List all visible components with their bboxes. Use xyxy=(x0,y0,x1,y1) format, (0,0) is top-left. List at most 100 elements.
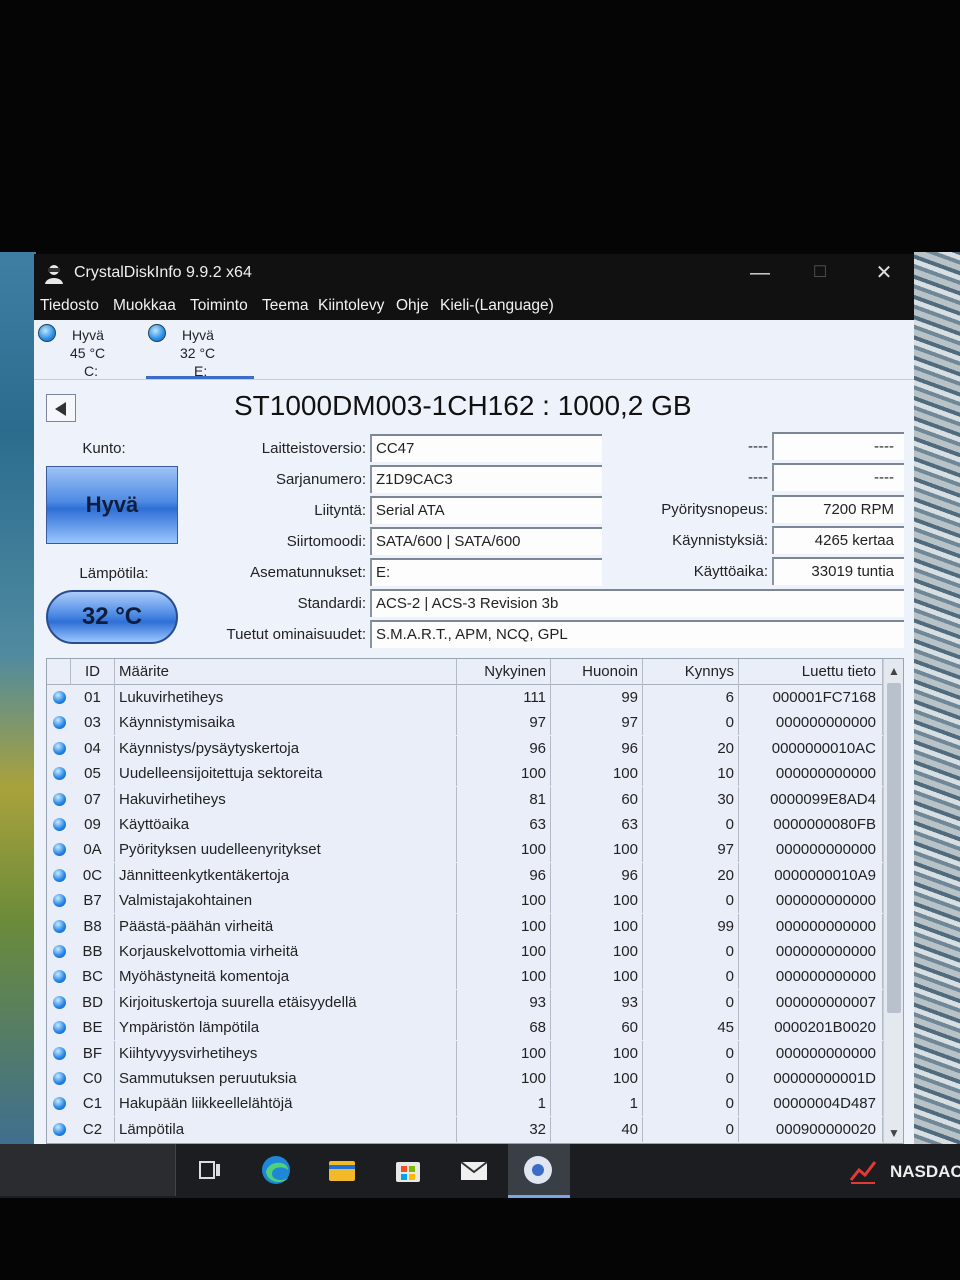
menu-edit[interactable]: Muokkaa xyxy=(113,297,176,315)
features-value: S.M.A.R.T., APM, NCQ, GPL xyxy=(370,620,904,648)
menu-language[interactable]: Kieli-(Language) xyxy=(440,297,554,315)
cell-worst: 99 xyxy=(551,685,643,710)
table-row[interactable]: BE Ympäristön lämpötila 68 60 45 0000201B0020 xyxy=(47,1015,883,1041)
status-dot-icon xyxy=(53,868,66,882)
table-row[interactable]: 03 Käynnistymisaika 97 97 0 000000000000 xyxy=(47,710,883,736)
cell-threshold: 10 xyxy=(643,761,739,787)
cell-raw-value: 000000000000 xyxy=(739,964,883,990)
cell-raw-value: 0000000010A9 xyxy=(739,862,883,888)
table-scrollbar[interactable]: ▲ ▼ xyxy=(883,659,903,1143)
power-on-count-label: Käynnistyksiä: xyxy=(672,532,768,549)
rotation-rate-value: 7200 RPM xyxy=(772,495,904,523)
status-dot-icon xyxy=(53,970,66,984)
cell-worst: 100 xyxy=(551,964,643,990)
table-row[interactable]: 0C Jännitteenkytkentäkertoja 96 96 20 0000000… xyxy=(47,862,883,888)
cell-raw-value: 0000000080FB xyxy=(739,812,883,837)
header-threshold[interactable]: Kynnys xyxy=(643,659,739,685)
temperature-display[interactable]: 32 °C xyxy=(46,590,178,644)
table-row[interactable]: B7 Valmistajakohtainen 100 100 0 000000000000 xyxy=(47,888,883,914)
edge-icon[interactable] xyxy=(258,1152,294,1188)
cell-current: 100 xyxy=(457,939,551,964)
menu-disk[interactable]: Kiintolevy xyxy=(318,297,384,315)
cell-raw-value: 0000099E8AD4 xyxy=(739,786,883,812)
header-attribute[interactable]: Määrite xyxy=(115,659,457,685)
status-dot-icon xyxy=(53,1097,66,1111)
drive-info: Hyvä 32 °C E: xyxy=(180,326,242,380)
rotation-rate-label: Pyöritysnopeus: xyxy=(661,501,768,518)
table-row[interactable]: C0 Sammutuksen peruutuksia 100 100 0 00000000… xyxy=(47,1066,883,1091)
table-row[interactable]: BC Myöhästyneitä komentoja 100 100 0 00000000… xyxy=(47,964,883,990)
serial-label: Sarjanumero: xyxy=(275,471,366,488)
drive-info: Hyvä 45 °C C: xyxy=(70,326,132,380)
mail-icon[interactable] xyxy=(456,1152,492,1188)
taskbar-search-area[interactable] xyxy=(0,1144,176,1196)
menu-theme[interactable]: Teema xyxy=(262,297,309,315)
menu-function[interactable]: Toiminto xyxy=(190,297,248,315)
table-row[interactable]: 01 Lukuvirhetiheys 111 99 6 000001FC7168 xyxy=(47,685,883,710)
table-row[interactable]: 09 Käyttöaika 63 63 0 0000000080FB xyxy=(47,812,883,837)
table-row[interactable]: B8 Päästä-päähän virheitä 100 100 99 00000000… xyxy=(47,913,883,939)
table-row[interactable]: 07 Hakuvirhetiheys 81 60 30 0000099E8AD4 xyxy=(47,786,883,812)
header-current[interactable]: Nykyinen xyxy=(457,659,551,685)
temperature-label: Lämpötila: xyxy=(79,565,149,582)
cell-attribute: Kirjoituskertoja suurella etäisyydellä xyxy=(115,989,457,1015)
table-row[interactable]: BF Kiihtyvyysvirhetiheys 100 100 0 0000000000… xyxy=(47,1040,883,1066)
table-row[interactable]: 0A Pyörityksen uudelleenyritykset 100 100 97… xyxy=(47,837,883,863)
status-dot-icon xyxy=(53,1021,66,1035)
file-explorer-icon[interactable] xyxy=(324,1152,360,1188)
drive-tab-c[interactable]: Hyvä 45 °C C: xyxy=(36,322,146,380)
scroll-down-icon[interactable]: ▼ xyxy=(884,1123,903,1143)
cell-attribute: Myöhästyneitä komentoja xyxy=(115,964,457,990)
cell-attribute: Päästä-päähän virheitä xyxy=(115,913,457,939)
store-icon[interactable] xyxy=(390,1152,426,1188)
cell-raw-value: 000000000000 xyxy=(739,888,883,914)
table-row[interactable]: 05 Uudelleensijoitettuja sektoreita 100 100… xyxy=(47,761,883,787)
close-button[interactable]: ✕ xyxy=(864,260,904,288)
cell-id: C1 xyxy=(71,1091,115,1117)
cell-current: 96 xyxy=(457,862,551,888)
cell-attribute: Valmistajakohtainen xyxy=(115,888,457,914)
titlebar: CrystalDiskInfo 9.9.2 x64 — ☐ ✕ xyxy=(34,254,914,292)
menu-bar: Tiedosto Muokkaa Toiminto Teema Kiintole… xyxy=(34,292,914,320)
cell-attribute: Hakupään liikkeellelähtöjä xyxy=(115,1091,457,1117)
stock-ticker-label[interactable]: NASDAC xyxy=(890,1162,960,1182)
cell-attribute: Kiihtyvyysvirhetiheys xyxy=(115,1040,457,1066)
header-id[interactable]: ID xyxy=(71,659,115,685)
cell-id: BD xyxy=(71,989,115,1015)
scroll-up-icon[interactable]: ▲ xyxy=(884,661,903,681)
table-row[interactable]: C2 Lämpötila 32 40 0 000900000020 xyxy=(47,1116,883,1142)
stock-ticker-icon[interactable] xyxy=(848,1156,878,1186)
table-row[interactable]: BB Korjauskelvottomia virheitä 100 100 0 0000… xyxy=(47,939,883,964)
crystaldiskinfo-taskbar-button[interactable] xyxy=(508,1144,570,1198)
cell-worst: 100 xyxy=(551,888,643,914)
table-header: ID Määrite Nykyinen Huonoin Kynnys Luett… xyxy=(47,659,883,685)
header-worst[interactable]: Huonoin xyxy=(551,659,643,685)
previous-disk-button[interactable] xyxy=(46,394,76,422)
table-row[interactable]: 04 Käynnistys/pysäytyskertoja 96 96 20 000000… xyxy=(47,735,883,761)
health-status-button[interactable]: Hyvä xyxy=(46,466,178,544)
cell-threshold: 97 xyxy=(643,837,739,863)
status-dot-icon xyxy=(53,691,66,704)
status-dot-icon xyxy=(53,741,66,755)
header-raw-value[interactable]: Luettu tieto xyxy=(739,659,883,685)
drive-tab-e[interactable]: Hyvä 32 °C E: xyxy=(146,322,256,380)
cell-id: B7 xyxy=(71,888,115,914)
cell-current: 100 xyxy=(457,888,551,914)
drive-letter-label: Asematunnukset: xyxy=(250,564,366,581)
menu-file[interactable]: Tiedosto xyxy=(40,297,99,315)
cell-worst: 97 xyxy=(551,710,643,736)
cell-threshold: 0 xyxy=(643,710,739,736)
table-row[interactable]: BD Kirjoituskertoja suurella etäisyydellä… xyxy=(47,989,883,1015)
status-dot-icon xyxy=(53,843,66,857)
scroll-thumb[interactable] xyxy=(887,683,901,1013)
cell-raw-value: 00000004D487 xyxy=(739,1091,883,1117)
cell-worst: 100 xyxy=(551,761,643,787)
cell-id: BE xyxy=(71,1015,115,1041)
task-view-icon[interactable] xyxy=(192,1152,228,1188)
table-row[interactable]: C1 Hakupään liikkeellelähtöjä 1 1 0 00000004D… xyxy=(47,1091,883,1117)
status-dot-icon xyxy=(53,1046,66,1060)
maximize-button[interactable]: ☐ xyxy=(800,260,840,288)
menu-help[interactable]: Ohje xyxy=(396,297,429,315)
minimize-button[interactable]: — xyxy=(740,260,780,288)
cell-raw-value: 000000000000 xyxy=(739,913,883,939)
